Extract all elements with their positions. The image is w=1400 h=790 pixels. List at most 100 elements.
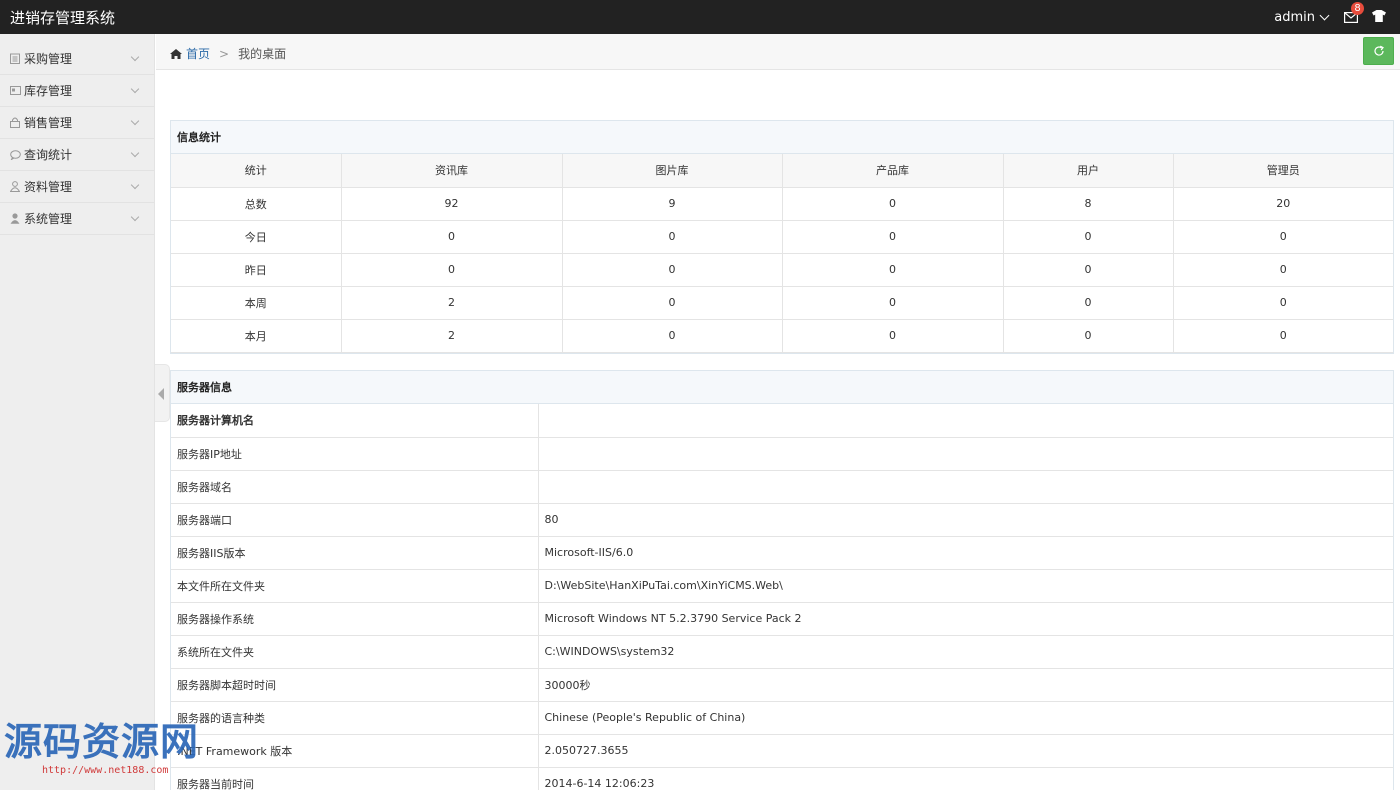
table-cell: 9 [561,186,783,221]
table-cell: 0 [1172,219,1393,254]
server-info-title: 服务器信息 [171,371,1393,404]
row-value: D:\WebSite\HanXiPuTai.com\XinYiCMS.Web\ [537,568,1393,603]
sidebar-item-inventory[interactable]: 库存管理 [0,75,154,107]
row-value: 30000秒 [537,667,1393,702]
sidebar-item-query[interactable]: 查询统计 [0,139,154,171]
table-row: 服务器操作系统 Microsoft Windows NT 5.2.3790 Se… [171,601,1393,636]
table-cell: 0 [561,285,783,320]
table-cell: 0 [1002,318,1174,353]
table-row: 服务器的语言种类 Chinese (People's Republic of C… [171,700,1393,735]
row-value [537,404,1393,438]
table-row: 服务器脚本超时时间 30000秒 [171,667,1393,702]
table-cell: 0 [561,252,783,287]
table-cell: 0 [561,219,783,254]
chevron-down-icon [130,212,140,222]
row-value: 2.050727.3655 [537,733,1393,768]
row-label: 服务器的语言种类 [171,700,539,735]
sidebar-item-label: 销售管理 [24,116,73,130]
row-label: 服务器域名 [171,469,539,504]
sidebar-collapse-toggle[interactable] [155,364,170,422]
sidebar-item-label: 查询统计 [24,148,73,162]
table-header-row: 统计 资讯库 图片库 产品库 用户 管理员 [171,154,1393,188]
table-cell: 0 [781,219,1004,254]
table-row: 服务器域名 [171,469,1393,504]
table-row: 系统所在文件夹 C:\WINDOWS\system32 [171,634,1393,669]
row-value: Microsoft Windows NT 5.2.3790 Service Pa… [537,601,1393,636]
top-right-controls: admin 8 [1274,0,1400,34]
lock-icon [9,117,21,129]
table-row: 本文件所在文件夹 D:\WebSite\HanXiPuTai.com\XinYi… [171,568,1393,603]
watermark-text: 源码资源网 [4,720,200,764]
row-label: 服务器计算机名 [171,404,539,438]
table-row: 服务器计算机名 [171,404,1393,438]
table-cell: 20 [1172,186,1393,221]
stats-title: 信息统计 [171,121,1393,154]
chevron-down-icon [130,116,140,126]
table-cell: 本周 [171,285,342,320]
row-label: 服务器操作系统 [171,601,539,636]
column-header: 用户 [1002,154,1174,188]
column-header: 统计 [171,154,342,188]
clipboard-icon [9,53,21,65]
row-label: .NET Framework 版本 [171,733,539,768]
row-label: 系统所在文件夹 [171,634,539,669]
table-cell: 本月 [171,318,342,353]
table-cell: 0 [340,219,563,254]
row-value: C:\WINDOWS\system32 [537,634,1393,669]
table-cell: 0 [781,285,1004,320]
column-header: 管理员 [1172,154,1393,188]
column-header: 资讯库 [340,154,563,188]
refresh-icon [1373,45,1384,56]
theme-button[interactable] [1372,9,1386,25]
row-label: 服务器IP地址 [171,436,539,471]
table-cell: 0 [1002,252,1174,287]
sidebar-item-data[interactable]: 资料管理 [0,171,154,203]
breadcrumb-current: 我的桌面 [238,47,287,61]
row-label: 服务器IIS版本 [171,535,539,570]
table-cell: 0 [1002,285,1174,320]
table-cell: 0 [1002,219,1174,254]
user-solid-icon [9,213,21,225]
chevron-down-icon [130,52,140,62]
top-navbar: 进销存管理系统 admin 8 [0,0,1400,34]
table-row: .NET Framework 版本 2.050727.3655 [171,733,1393,768]
sidebar-item-label: 资料管理 [24,180,73,194]
table-cell: 昨日 [171,252,342,287]
row-label: 服务器脚本超时时间 [171,667,539,702]
row-label: 服务器端口 [171,502,539,537]
caret-left-icon [158,388,164,400]
breadcrumb-bar: 首页 > 我的桌面 [156,34,1400,70]
table-cell: 8 [1002,186,1174,221]
chevron-down-icon [130,148,140,158]
table-cell: 0 [340,252,563,287]
sidebar-item-sales[interactable]: 销售管理 [0,107,154,139]
row-value: 80 [537,502,1393,537]
table-row: 本周 2 0 0 0 0 [171,285,1393,320]
sidebar-item-system[interactable]: 系统管理 [0,203,154,235]
app-title: 进销存管理系统 [10,9,116,27]
row-label: 服务器当前时间 [171,766,539,790]
row-value: Microsoft-IIS/6.0 [537,535,1393,570]
breadcrumb-separator: > [219,46,230,61]
table-cell: 今日 [171,219,342,254]
mail-count-badge: 8 [1351,1,1364,15]
column-header: 产品库 [781,154,1004,188]
row-value [537,436,1393,471]
refresh-button[interactable] [1363,37,1394,65]
watermark-url: http://www.net188.com [42,765,169,776]
row-label: 本文件所在文件夹 [171,568,539,603]
home-icon [170,48,182,59]
sidebar-item-label: 系统管理 [24,212,73,226]
chat-icon [9,149,21,161]
stats-panel: 信息统计 统计 资讯库 图片库 产品库 用户 管理员 总数 92 9 0 8 2… [170,120,1394,354]
sidebar-item-label: 采购管理 [24,52,73,66]
chevron-down-icon [130,84,140,94]
card-icon [9,85,21,97]
table-cell: 2 [340,285,563,320]
row-value: 2014-6-14 12:06:23 [537,766,1393,790]
breadcrumb-home-link[interactable]: 首页 [186,45,210,62]
user-menu[interactable]: admin [1274,10,1330,25]
sidebar-item-purchase[interactable]: 采购管理 [0,43,154,75]
messages-button[interactable]: 8 [1344,1,1364,23]
table-cell: 0 [1172,252,1393,287]
